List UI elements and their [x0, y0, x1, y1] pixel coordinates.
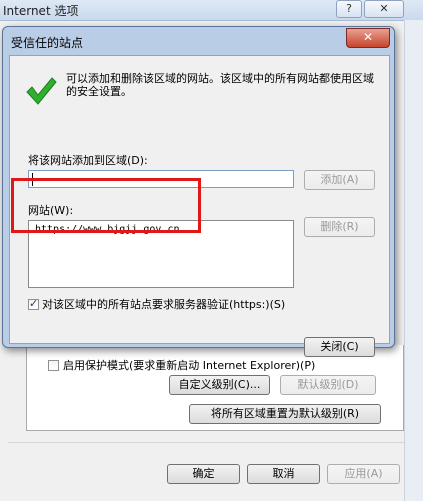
dialog-title: 受信任的站点 — [11, 36, 84, 50]
help-button[interactable]: ? — [336, 0, 362, 18]
window-title: Internet 选项 — [3, 4, 79, 18]
require-https-label: 对该区域中的所有站点要求服务器验证(https:)(S) — [42, 298, 286, 311]
default-level-button[interactable]: 默认级别(D) — [280, 375, 376, 395]
checkmark-icon — [26, 77, 57, 105]
add-website-label: 将该网站添加到区域(D): — [28, 154, 148, 167]
highlight-annotation — [11, 178, 201, 233]
window-close-button[interactable]: ✕ — [364, 0, 404, 18]
divider — [8, 442, 404, 443]
protected-mode-label: 启用保护模式(要求重新启动 Internet Explorer)(P) — [63, 359, 316, 372]
custom-level-button[interactable]: 自定义级别(C)... — [169, 375, 270, 395]
cancel-button[interactable]: 取消 — [247, 464, 320, 484]
require-https-checkbox[interactable] — [28, 297, 39, 310]
remove-button[interactable]: 删除(R) — [304, 217, 375, 237]
require-https-row[interactable]: 对该区域中的所有站点要求服务器验证(https:)(S) — [28, 296, 285, 312]
apply-button[interactable]: 应用(A) — [327, 464, 400, 484]
protected-mode-checkbox[interactable] — [48, 359, 59, 371]
dialog-close-button[interactable]: ✕ — [346, 28, 390, 48]
ok-button[interactable]: 确定 — [167, 464, 240, 484]
protected-mode-row[interactable]: 启用保护模式(要求重新启动 Internet Explorer)(P) — [48, 357, 315, 373]
window-border — [404, 20, 423, 501]
info-text: 可以添加和删除该区域的网站。该区域中的所有网站都使用区域的安全设置。 — [66, 72, 374, 98]
reset-all-zones-button[interactable]: 将所有区域重置为默认级别(R) — [189, 404, 381, 424]
add-button[interactable]: 添加(A) — [304, 170, 375, 190]
window-titlebar: Internet 选项 ? ✕ — [0, 0, 423, 21]
close-dialog-button[interactable]: 关闭(C) — [304, 337, 375, 357]
